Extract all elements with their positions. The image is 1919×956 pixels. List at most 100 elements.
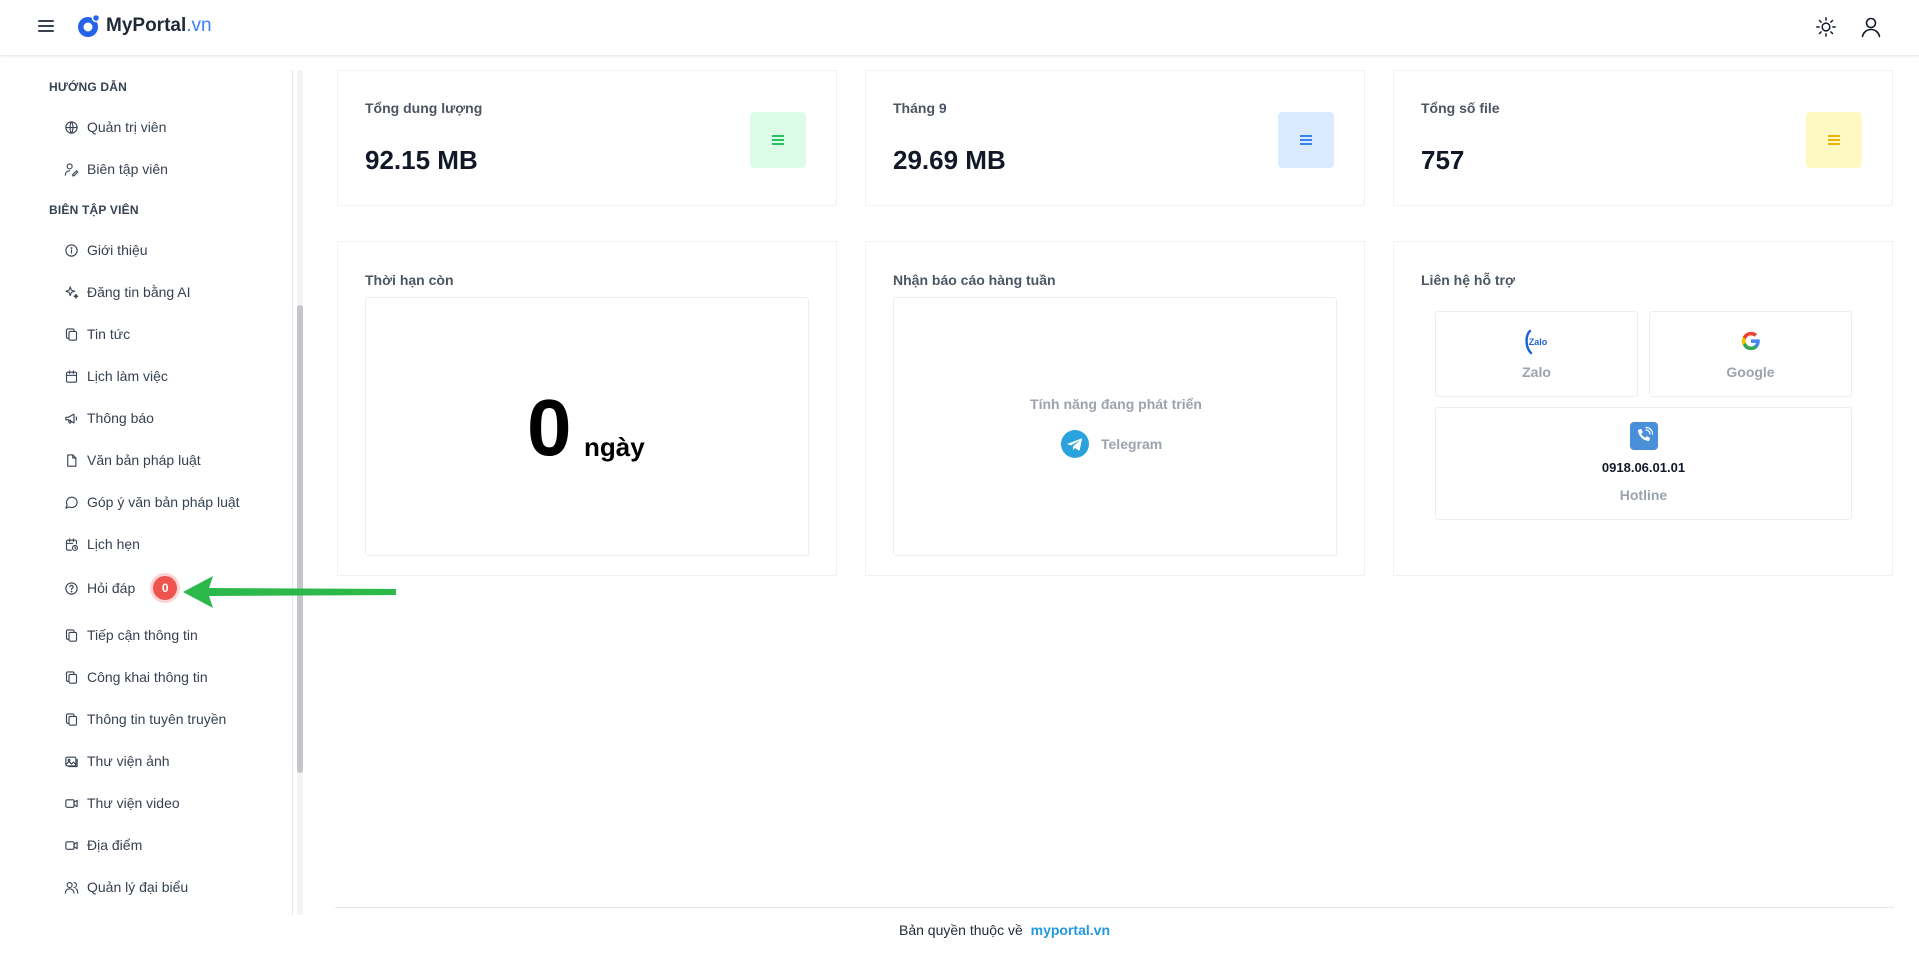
copy-icon: [65, 327, 78, 341]
weekly-report-box: Tính năng đang phát triển Telegram: [893, 297, 1337, 556]
stat-label: Tổng dung lượng: [365, 100, 483, 116]
zalo-icon: Zalo: [1524, 329, 1547, 355]
panel-support-contact: Liên hệ hỗ trợ Zalo Zalo Google 0918.06.…: [1393, 241, 1893, 576]
footer-copyright-text: Bản quyền thuộc về: [898, 922, 1023, 938]
images-icon: [65, 756, 78, 767]
notification-badge: 0: [153, 576, 178, 600]
hotline-number: 0918.06.01.01: [1601, 460, 1686, 475]
remaining-days-value: 0: [527, 383, 572, 472]
hotline-label: Hotline: [1619, 487, 1668, 503]
stat-value: 757: [1421, 145, 1465, 175]
logo-mark-icon: [78, 14, 101, 37]
logo-name: MyPortal: [106, 15, 187, 36]
google-icon: [1741, 331, 1760, 351]
hotline-contact-tile[interactable]: 0918.06.01.01 Hotline: [1435, 407, 1852, 520]
logo-text: MyPortal.vn: [106, 15, 212, 37]
user-edit-icon: [64, 162, 79, 176]
remaining-days-unit: ngày: [584, 432, 645, 462]
stat-icon-box: [750, 112, 806, 168]
stat-label: Tháng 9: [893, 100, 947, 116]
hamburger-icon: [38, 20, 54, 22]
sidebar-item-label: Quản lý đại biểu: [87, 879, 189, 895]
sidebar-item-thu-vien-anh[interactable]: Thư viện ảnh: [64, 749, 170, 773]
sidebar-item-lich-lam-viec[interactable]: Lịch làm việc: [64, 364, 168, 388]
list-icon: [1300, 135, 1312, 145]
sidebar-item-dia-diem[interactable]: Địa điểm: [64, 833, 142, 857]
remaining-days-box: 0 ngày: [365, 297, 809, 556]
stat-value: 29.69 MB: [893, 145, 1006, 175]
annotation-arrow-icon: [183, 576, 396, 608]
telegram-button[interactable]: Telegram: [1061, 430, 1162, 458]
sidebar-item-tin-tuc[interactable]: Tin tức: [64, 322, 130, 346]
feature-in-development-text: Tính năng đang phát triển: [1030, 396, 1202, 412]
stat-card-total-files: Tổng số file 757: [1393, 70, 1893, 206]
sidebar-item-quan-tri-vien[interactable]: Quản trị viên: [64, 115, 166, 139]
stat-value: 92.15 MB: [365, 145, 478, 175]
info-icon: [65, 243, 78, 257]
sidebar-item-tiep-can-thong-tin[interactable]: Tiếp cận thông tin: [64, 623, 198, 647]
sidebar-item-gioi-thieu[interactable]: Giới thiệu: [64, 238, 148, 262]
users-icon: [64, 881, 79, 894]
google-label: Google: [1726, 364, 1775, 380]
list-icon: [1828, 135, 1840, 145]
copy-icon: [65, 712, 78, 726]
sidebar-item-label: Thông báo: [87, 410, 154, 426]
sidebar-item-gop-y-van-ban[interactable]: Góp ý văn bản pháp luật: [64, 490, 240, 514]
sidebar-item-label: Giới thiệu: [87, 242, 148, 258]
sidebar-item-thong-bao[interactable]: Thông báo: [64, 406, 154, 430]
sidebar-item-label: Thông tin tuyên truyền: [87, 711, 227, 727]
zalo-label: Zalo: [1522, 364, 1551, 380]
sidebar-item-label: Đăng tin bằng AI: [87, 284, 191, 300]
sidebar-item-label: Góp ý văn bản pháp luật: [87, 494, 240, 510]
telegram-icon: [1061, 430, 1089, 458]
sidebar-item-van-ban-phap-luat[interactable]: Văn bản pháp luật: [64, 448, 201, 472]
panel-title: Nhận báo cáo hàng tuần: [893, 272, 1056, 288]
sidebar-item-quan-ly-dai-bieu[interactable]: Quản lý đại biểu: [64, 875, 188, 899]
telegram-label: Telegram: [1101, 436, 1163, 452]
hamburger-menu-button[interactable]: [36, 17, 56, 37]
sidebar-divider: [292, 70, 293, 915]
megaphone-icon: [65, 413, 78, 423]
sidebar-item-label: Thư viện video: [87, 795, 180, 811]
sidebar-item-label: Lịch làm việc: [87, 368, 168, 384]
logo-tld: .vn: [186, 15, 212, 36]
sidebar-item-label: Công khai thông tin: [87, 669, 208, 685]
calendar-icon: [65, 369, 78, 383]
stat-label: Tổng số file: [1421, 100, 1500, 116]
sidebar-item-label: Tiếp cận thông tin: [87, 627, 198, 643]
sidebar-item-hoi-dap[interactable]: Hỏi đáp 0: [64, 576, 178, 600]
video-icon: [65, 798, 78, 808]
sidebar-item-lich-hen[interactable]: Lịch hẹn: [64, 532, 140, 556]
google-contact-tile[interactable]: Google: [1649, 311, 1852, 397]
sidebar-item-thong-tin-tuyen-truyen[interactable]: Thông tin tuyên truyền: [64, 707, 226, 731]
panel-remaining-time: Thời hạn còn 0 ngày: [337, 241, 837, 576]
sparkles-icon: [65, 285, 79, 299]
panel-title: Liên hệ hỗ trợ: [1421, 272, 1515, 288]
stat-card-total-storage: Tổng dung lượng 92.15 MB: [337, 70, 837, 206]
sun-icon[interactable]: [1815, 16, 1837, 38]
sidebar-item-cong-khai-thong-tin[interactable]: Công khai thông tin: [64, 665, 208, 689]
site-logo[interactable]: MyPortal.vn: [77, 14, 212, 38]
panel-weekly-report: Nhận báo cáo hàng tuần Tính năng đang ph…: [865, 241, 1365, 576]
stat-card-month: Tháng 9 29.69 MB: [865, 70, 1365, 206]
footer-divider: [335, 907, 1894, 908]
sidebar-scrollbar-thumb[interactable]: [297, 305, 303, 773]
panel-title: Thời hạn còn: [365, 272, 454, 288]
phone-icon: [1629, 422, 1658, 450]
sidebar-item-label: Biên tập viên: [87, 161, 168, 177]
globe-icon: [65, 120, 78, 134]
stat-icon-box: [1278, 112, 1334, 168]
sidebar-item-label: Văn bản pháp luật: [87, 452, 201, 468]
sidebar-nav: HƯỚNG DẪN Quản trị viên Biên tập viên BI…: [0, 55, 292, 915]
zalo-logo-text: Zalo: [1528, 337, 1547, 347]
sidebar-item-label: Thư viện ảnh: [87, 753, 170, 769]
sidebar-item-label: Lịch hẹn: [87, 536, 140, 552]
sidebar-item-label: Quản trị viên: [87, 119, 167, 135]
zalo-contact-tile[interactable]: Zalo Zalo: [1435, 311, 1638, 397]
message-icon: [65, 496, 78, 509]
sidebar-item-dang-tin-ai[interactable]: Đăng tin bằng AI: [64, 280, 191, 304]
user-icon[interactable]: [1859, 15, 1883, 39]
sidebar-item-bien-tap-vien-guide[interactable]: Biên tập viên: [64, 157, 168, 181]
footer-link[interactable]: myportal.vn: [1031, 922, 1110, 938]
sidebar-item-thu-vien-video[interactable]: Thư viện video: [64, 791, 180, 815]
